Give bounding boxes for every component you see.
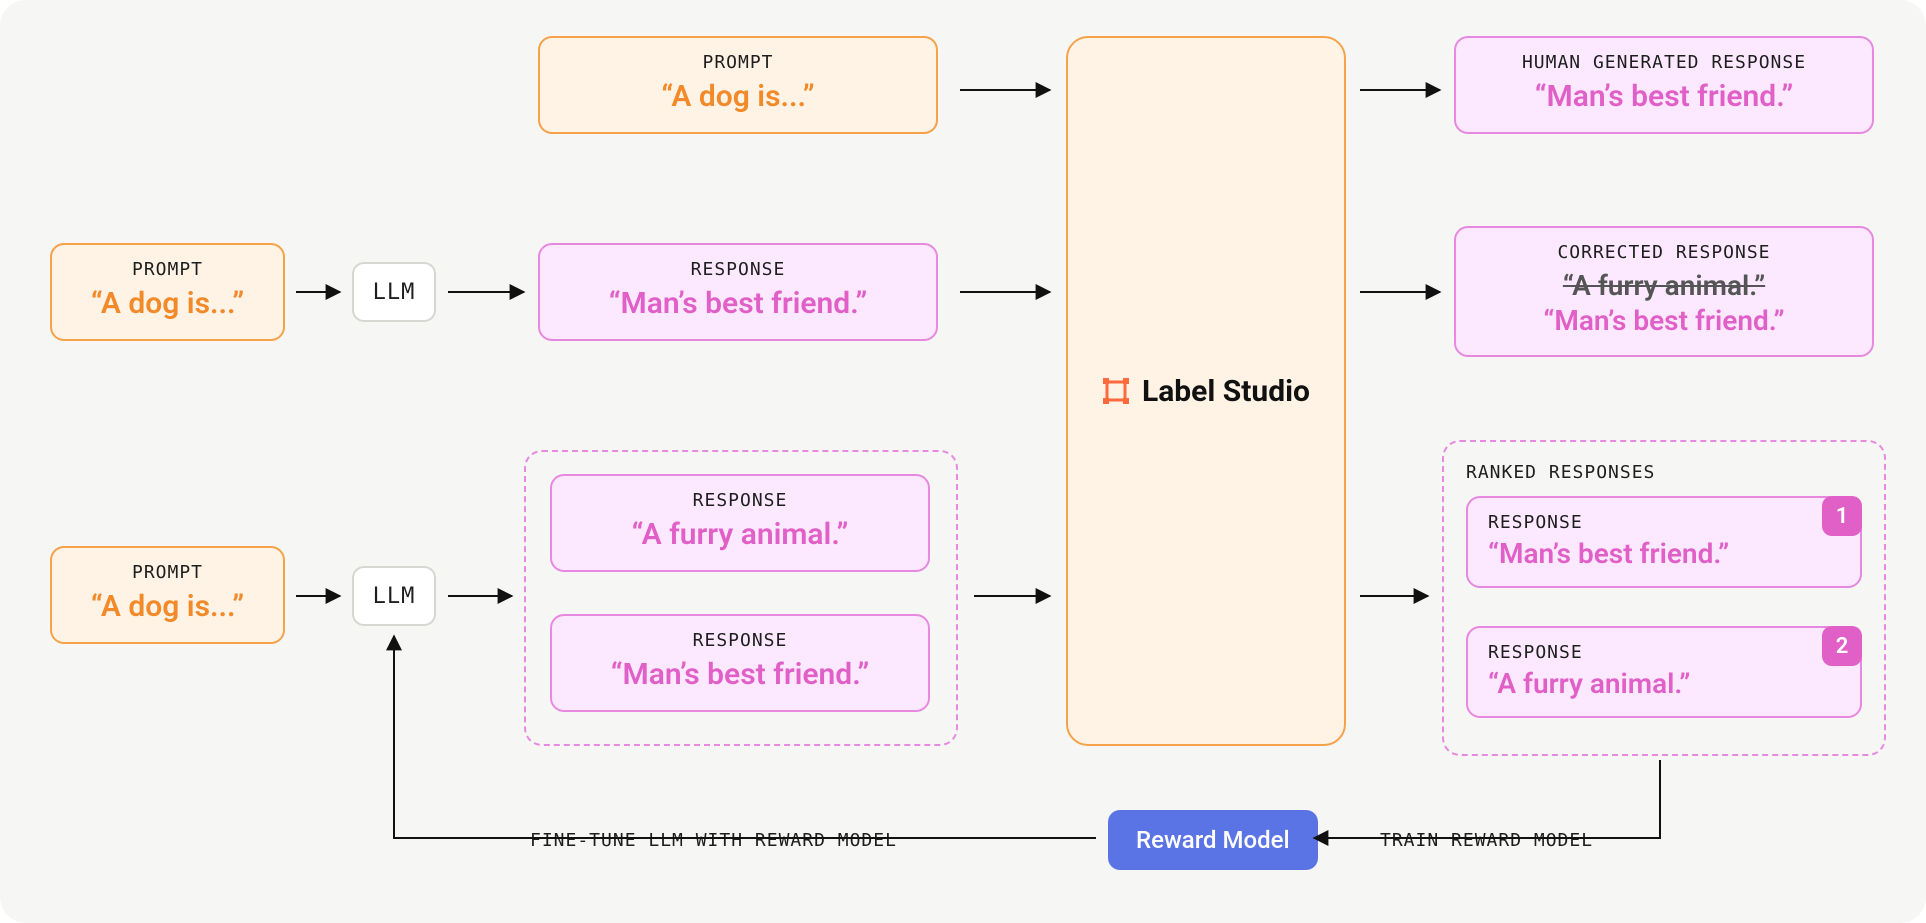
human-response-card: HUMAN GENERATED RESPONSE “Man’s best fri… xyxy=(1454,36,1874,134)
response-text: “Man’s best friend.” xyxy=(572,657,908,692)
response-label: RESPONSE xyxy=(560,259,916,280)
ranked-title: RANKED RESPONSES xyxy=(1466,462,1655,483)
prompt-label: PROMPT xyxy=(72,562,263,583)
ranked-text: “Man’s best friend.” xyxy=(1488,537,1840,570)
prompt-card-top: PROMPT “A dog is...” xyxy=(538,36,938,134)
corrected-strike: “A furry animal.” xyxy=(1476,269,1852,302)
ranked-label: RESPONSE xyxy=(1488,642,1840,663)
label-studio-text: Label Studio xyxy=(1142,374,1310,409)
rank-badge-1: 1 xyxy=(1822,496,1862,536)
response-card-a: RESPONSE “A furry animal.” xyxy=(550,474,930,572)
corrected-response-card: CORRECTED RESPONSE “A furry animal.” “Ma… xyxy=(1454,226,1874,357)
reward-model-text: Reward Model xyxy=(1136,826,1290,854)
llm-node-mid: LLM xyxy=(352,262,436,322)
label-studio-node: Label Studio xyxy=(1066,36,1346,746)
corrected-title: CORRECTED RESPONSE xyxy=(1476,242,1852,263)
prompt-text: “A dog is...” xyxy=(72,286,263,321)
corrected-text: “Man’s best friend.” xyxy=(1476,304,1852,337)
ranked-text: “A furry animal.” xyxy=(1488,667,1840,700)
response-label: RESPONSE xyxy=(572,630,908,651)
prompt-card-bot: PROMPT “A dog is...” xyxy=(50,546,285,644)
llm-node-bot: LLM xyxy=(352,566,436,626)
prompt-label: PROMPT xyxy=(560,52,916,73)
response-text: “Man’s best friend.” xyxy=(560,286,916,321)
rank-badge-2: 2 xyxy=(1822,626,1862,666)
human-response-title: HUMAN GENERATED RESPONSE xyxy=(1476,52,1852,73)
ranked-label: RESPONSE xyxy=(1488,512,1840,533)
prompt-text: “A dog is...” xyxy=(72,589,263,624)
llm-label: LLM xyxy=(373,584,416,609)
diagram-stage: PROMPT “A dog is...” PROMPT “A dog is...… xyxy=(0,0,1926,923)
ranked-card-2: RESPONSE “A furry animal.” 2 xyxy=(1466,626,1862,718)
response-label: RESPONSE xyxy=(572,490,908,511)
label-studio-icon xyxy=(1102,377,1130,405)
finetune-caption: FINE-TUNE LLM WITH REWARD MODEL xyxy=(530,830,897,851)
human-response-text: “Man’s best friend.” xyxy=(1476,79,1852,114)
prompt-label: PROMPT xyxy=(72,259,263,280)
ranked-card-1: RESPONSE “Man’s best friend.” 1 xyxy=(1466,496,1862,588)
prompt-text: “A dog is...” xyxy=(560,79,916,114)
llm-label: LLM xyxy=(373,280,416,305)
prompt-card-mid: PROMPT “A dog is...” xyxy=(50,243,285,341)
reward-model-node: Reward Model xyxy=(1108,810,1318,870)
response-card-b: RESPONSE “Man’s best friend.” xyxy=(550,614,930,712)
train-caption: TRAIN REWARD MODEL xyxy=(1380,830,1593,851)
label-studio-inner: Label Studio xyxy=(1102,374,1310,409)
response-text: “A furry animal.” xyxy=(572,517,908,552)
response-card-mid: RESPONSE “Man’s best friend.” xyxy=(538,243,938,341)
